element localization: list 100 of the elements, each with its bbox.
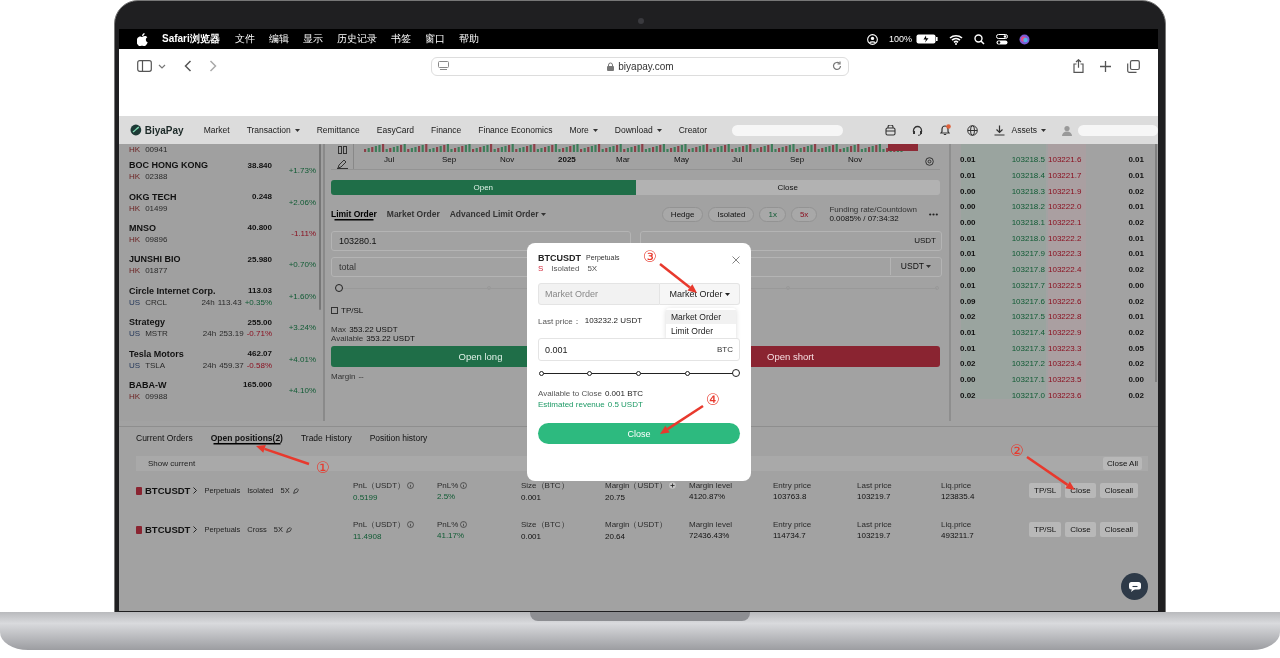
bid-quantity: 0.01 — [960, 155, 977, 165]
nav-link[interactable]: Finance Economics — [478, 125, 553, 135]
chevron-down-icon[interactable] — [158, 63, 166, 69]
order-type-field[interactable]: Market Order — [538, 283, 660, 305]
nav-link[interactable]: More — [569, 125, 598, 135]
order-type-tab[interactable]: Limit Order — [331, 209, 377, 219]
settings-icon[interactable] — [925, 157, 934, 166]
menu-item[interactable]: 书签 — [390, 32, 411, 46]
position-action-button[interactable]: TP/SL — [1029, 483, 1062, 498]
nav-link[interactable]: Creator — [678, 125, 707, 135]
revenue-label: Estimated revenue — [538, 400, 605, 409]
order-type-tab[interactable]: Market Order — [386, 209, 440, 219]
bid-price: 103217.9 — [1010, 249, 1045, 259]
search-icon[interactable] — [974, 33, 985, 45]
nav-link[interactable]: Remittance — [316, 125, 360, 135]
stock-name[interactable]: Tesla Motors — [129, 348, 184, 359]
info-icon[interactable] — [460, 520, 468, 528]
edit-icon[interactable] — [286, 526, 293, 533]
scrollbar[interactable] — [1155, 144, 1157, 382]
stock-name[interactable]: JUNSHI BIO — [129, 254, 181, 265]
position-action-button[interactable]: Closeall — [1099, 483, 1139, 498]
plus-icon[interactable] — [669, 481, 677, 489]
setting-chip[interactable]: Isolated — [708, 206, 755, 222]
address-bar[interactable]: biyapay.com — [431, 56, 849, 76]
positions-tab[interactable]: Position history — [369, 433, 428, 443]
ask-price: 103222.8 — [1047, 312, 1083, 322]
info-icon[interactable] — [460, 481, 468, 489]
stock-name[interactable]: Strategy — [129, 317, 165, 328]
field-label: Entry price — [773, 519, 812, 529]
side-tab[interactable]: Close — [635, 180, 940, 195]
position-action-button[interactable]: Close — [1065, 522, 1096, 537]
stock-name[interactable]: BABA-W — [129, 379, 167, 390]
setting-chip[interactable]: 1x — [759, 206, 786, 222]
menu-item[interactable]: 编辑 — [268, 32, 289, 46]
ask-quantity: 0.01 — [1127, 202, 1144, 212]
wifi-icon[interactable] — [949, 33, 963, 45]
reload-icon[interactable] — [832, 61, 842, 71]
bell-icon[interactable] — [939, 124, 952, 136]
ask-price: 103222.5 — [1047, 280, 1083, 290]
ask-quantity: 0.01 — [1127, 312, 1144, 322]
nav-link[interactable]: Market — [203, 125, 230, 135]
order-type-dropdown[interactable]: Market Order — [660, 283, 740, 305]
battery-icon[interactable] — [916, 34, 938, 44]
user-icon[interactable] — [866, 33, 878, 45]
menu-item[interactable]: 历史记录 — [336, 32, 377, 46]
scrollbar[interactable] — [319, 144, 321, 310]
account-field[interactable] — [1078, 124, 1158, 136]
market-tag: US — [129, 329, 141, 339]
nav-link[interactable]: EasyCard — [376, 125, 415, 135]
menu-item[interactable]: 显示 — [302, 32, 323, 46]
close-icon[interactable] — [732, 256, 740, 264]
positions-tab[interactable]: Current Orders — [136, 433, 193, 443]
siri-icon[interactable] — [1019, 33, 1030, 45]
positions-tab[interactable]: Open positions(2) — [210, 433, 283, 443]
menu-item[interactable]: 文件 — [234, 32, 255, 46]
pen-icon[interactable] — [336, 159, 348, 169]
show-current-toggle[interactable]: Show current — [148, 459, 196, 468]
side-tab[interactable]: Open — [331, 180, 636, 195]
download-icon[interactable] — [994, 124, 1006, 136]
stock-name[interactable]: MNSO — [129, 222, 156, 233]
menu-item[interactable]: 窗口 — [424, 32, 445, 46]
plus-icon[interactable] — [1100, 60, 1111, 72]
bid-quantity: 0.01 — [960, 343, 977, 353]
stock-name[interactable]: BOC HONG KONG — [129, 160, 208, 171]
assets-menu[interactable]: Assets — [1011, 125, 1046, 135]
menu-item[interactable]: 帮助 — [458, 32, 479, 46]
nav-link[interactable]: Finance — [431, 125, 462, 135]
position-symbol[interactable]: BTCUSDT — [145, 524, 191, 535]
logo-text[interactable]: BiyaPay — [144, 124, 184, 136]
share-icon[interactable] — [1073, 59, 1084, 73]
close-all-button[interactable]: Close All — [1102, 457, 1142, 470]
positions-tab[interactable]: Trade History — [300, 433, 352, 443]
order-type-tab[interactable]: Advanced Limit Order — [449, 209, 546, 219]
position-action-button[interactable]: TP/SL — [1029, 522, 1062, 537]
tabs-icon[interactable] — [1127, 59, 1140, 73]
chat-button[interactable] — [1121, 573, 1148, 600]
edit-icon[interactable] — [292, 487, 299, 494]
dropdown-option[interactable]: Limit Order — [666, 324, 736, 338]
info-icon[interactable] — [407, 481, 414, 489]
headset-icon[interactable] — [912, 124, 924, 136]
back-icon[interactable] — [184, 60, 192, 72]
unit-dropdown[interactable]: USDT — [889, 257, 941, 275]
dropdown-option[interactable]: Market Order — [666, 310, 736, 324]
stock-name[interactable]: OKG TECH — [129, 191, 177, 202]
checkbox[interactable] — [331, 307, 338, 314]
more-icon[interactable] — [929, 212, 938, 216]
globe-icon[interactable] — [967, 124, 979, 136]
position-action-button[interactable]: Closeall — [1099, 522, 1139, 537]
nav-link[interactable]: Download — [614, 125, 662, 135]
info-icon[interactable] — [407, 520, 414, 528]
setting-chip[interactable]: Hedge — [661, 206, 704, 222]
search-field[interactable] — [732, 124, 844, 136]
app-menu[interactable]: Safari浏览器 — [162, 32, 220, 46]
control-center-icon[interactable] — [996, 33, 1008, 45]
nav-link[interactable]: Transaction — [246, 125, 300, 135]
grid-icon[interactable] — [337, 146, 347, 154]
setting-chip[interactable]: 5x — [790, 206, 818, 222]
sidebar-icon[interactable] — [137, 60, 152, 72]
position-symbol[interactable]: BTCUSDT — [145, 485, 191, 496]
stock-name[interactable]: Circle Internet Corp. — [129, 285, 216, 296]
